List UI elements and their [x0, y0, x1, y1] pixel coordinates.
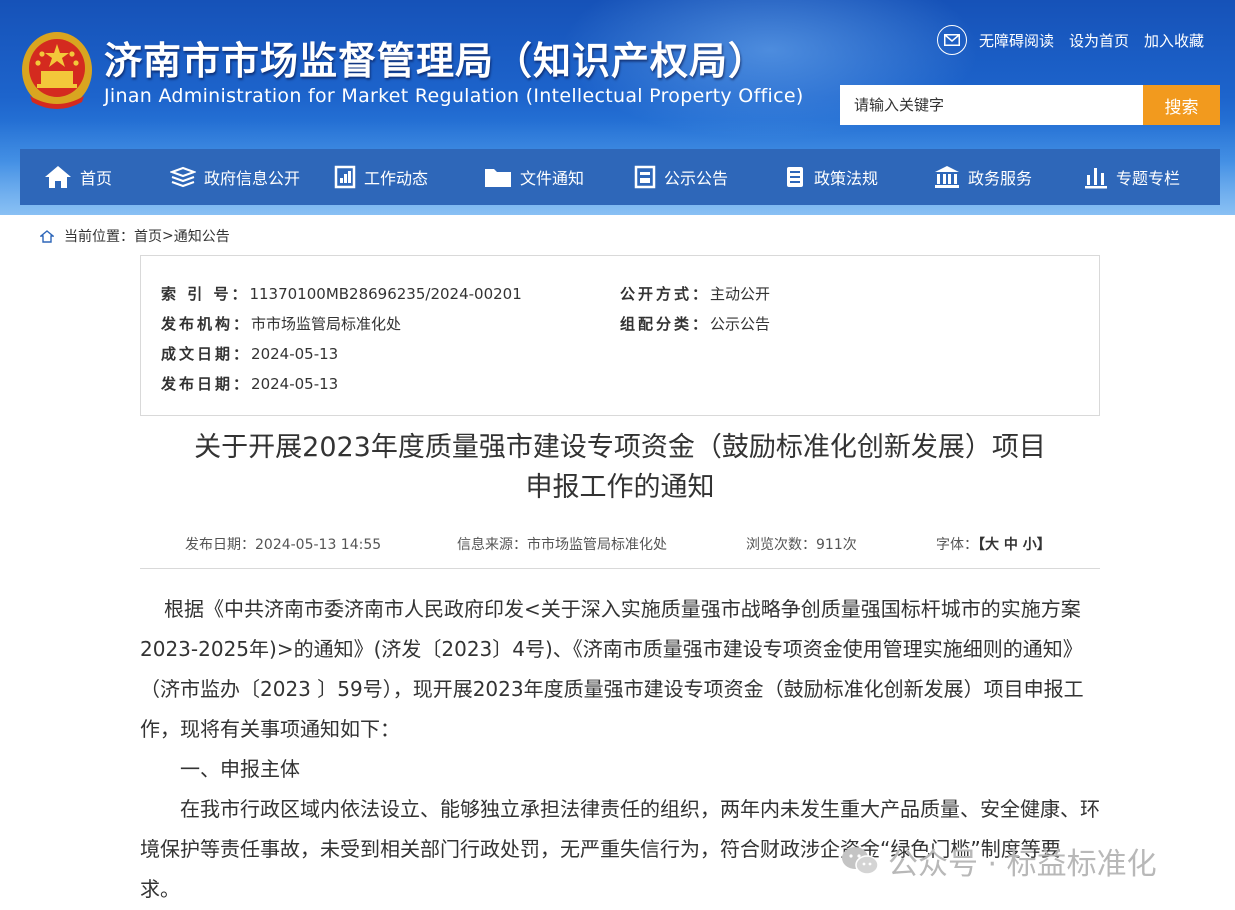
wechat-watermark: 公众号 · 标益标准化: [840, 838, 1157, 884]
breadcrumb-current-link[interactable]: 通知公告: [174, 226, 230, 246]
nav-label: 文件通知: [520, 169, 585, 188]
scroll-icon: [787, 167, 803, 187]
nav-label: 专题专栏: [1116, 169, 1181, 188]
body-paragraph: 根据《中共济南市委济南市人民政府印发<关于深入实施质量强市战略争创质量强国标杆城…: [140, 597, 1084, 741]
meta-index: 索 引 号：11370100MB28696235/2024-00201: [161, 285, 522, 303]
nav-item-announcement[interactable]: 公示公告: [634, 149, 728, 205]
meta-category: 组配分类：公示公告: [620, 315, 771, 333]
bar-chart-icon: [1085, 168, 1107, 189]
wechat-icon: [842, 847, 879, 875]
publish-date: 发布日期：2024-05-13 14:55: [185, 537, 382, 553]
view-count: 浏览次数：911次: [746, 537, 857, 553]
font-size-control: 字体：【大 中 小】: [936, 537, 1051, 553]
folder-icon: [485, 169, 511, 187]
home-icon: [45, 166, 71, 188]
nav-item-policy[interactable]: 政策法规: [784, 149, 878, 205]
books-icon: [170, 166, 196, 188]
nav-label: 政务服务: [968, 169, 1033, 188]
nav-item-work-news[interactable]: 工作动态: [334, 149, 428, 205]
breadcrumb-home-link[interactable]: 首页: [134, 226, 162, 246]
building-icon: [935, 166, 959, 188]
nav-item-file-notice[interactable]: 文件通知: [484, 149, 584, 205]
search-bar: 搜索: [840, 85, 1220, 125]
top-links: 无障碍阅读 设为首页 加入收藏: [937, 24, 1219, 56]
site-title-cn: 济南市市场监督管理局（知识产权局）: [104, 39, 768, 83]
font-size-options[interactable]: 【大 中 小】: [978, 537, 1051, 553]
breadcrumb-separator: >: [162, 228, 174, 244]
nav-label: 工作动态: [364, 169, 429, 188]
nav-item-home[interactable]: 首页: [44, 149, 112, 205]
nav-label: 公示公告: [664, 169, 729, 188]
report-icon: [334, 165, 356, 189]
home-icon: [40, 229, 54, 243]
accessibility-icon[interactable]: [937, 25, 967, 55]
document-metadata: 索 引 号：11370100MB28696235/2024-00201 发布机构…: [140, 255, 1100, 416]
nav-label: 首页: [80, 169, 113, 188]
search-button[interactable]: 搜索: [1143, 85, 1220, 125]
board-icon: [634, 165, 656, 189]
nav-item-gov-info[interactable]: 政府信息公开: [170, 149, 300, 205]
accessible-reading-link[interactable]: 无障碍阅读: [979, 30, 1054, 51]
breadcrumb: 当前位置： 首页 > 通知公告: [40, 226, 230, 246]
search-input[interactable]: [840, 85, 1143, 125]
meta-org: 发布机构：市市场监管局标准化处: [161, 315, 402, 333]
breadcrumb-prefix: 当前位置：: [64, 229, 134, 245]
main-nav: 首页 政府信息公开 工作动态 文件通知 公示公告 政策法规 政务服务 专题专栏: [20, 149, 1220, 205]
divider: [140, 568, 1100, 569]
nav-label: 政策法规: [814, 169, 879, 188]
section-heading: 一、申报主体: [180, 757, 300, 781]
meta-mode: 公开方式：主动公开: [620, 285, 771, 303]
document-title: 关于开展2023年度质量强市建设专项资金（鼓励标准化创新发展）项目 申报工作的通…: [194, 432, 1046, 503]
set-homepage-link[interactable]: 设为首页: [1069, 30, 1129, 51]
add-favorite-link[interactable]: 加入收藏: [1144, 30, 1204, 51]
info-source: 信息来源：市市场监管局标准化处: [457, 537, 667, 553]
meta-published: 发布日期：2024-05-13: [161, 375, 339, 393]
nav-item-gov-service[interactable]: 政务服务: [934, 149, 1032, 205]
meta-created: 成文日期：2024-05-13: [161, 345, 339, 363]
national-emblem-icon: [22, 32, 92, 109]
nav-item-special[interactable]: 专题专栏: [1084, 149, 1180, 205]
nav-label: 政府信息公开: [204, 169, 301, 188]
site-title-en: Jinan Administration for Market Regulati…: [104, 85, 804, 107]
